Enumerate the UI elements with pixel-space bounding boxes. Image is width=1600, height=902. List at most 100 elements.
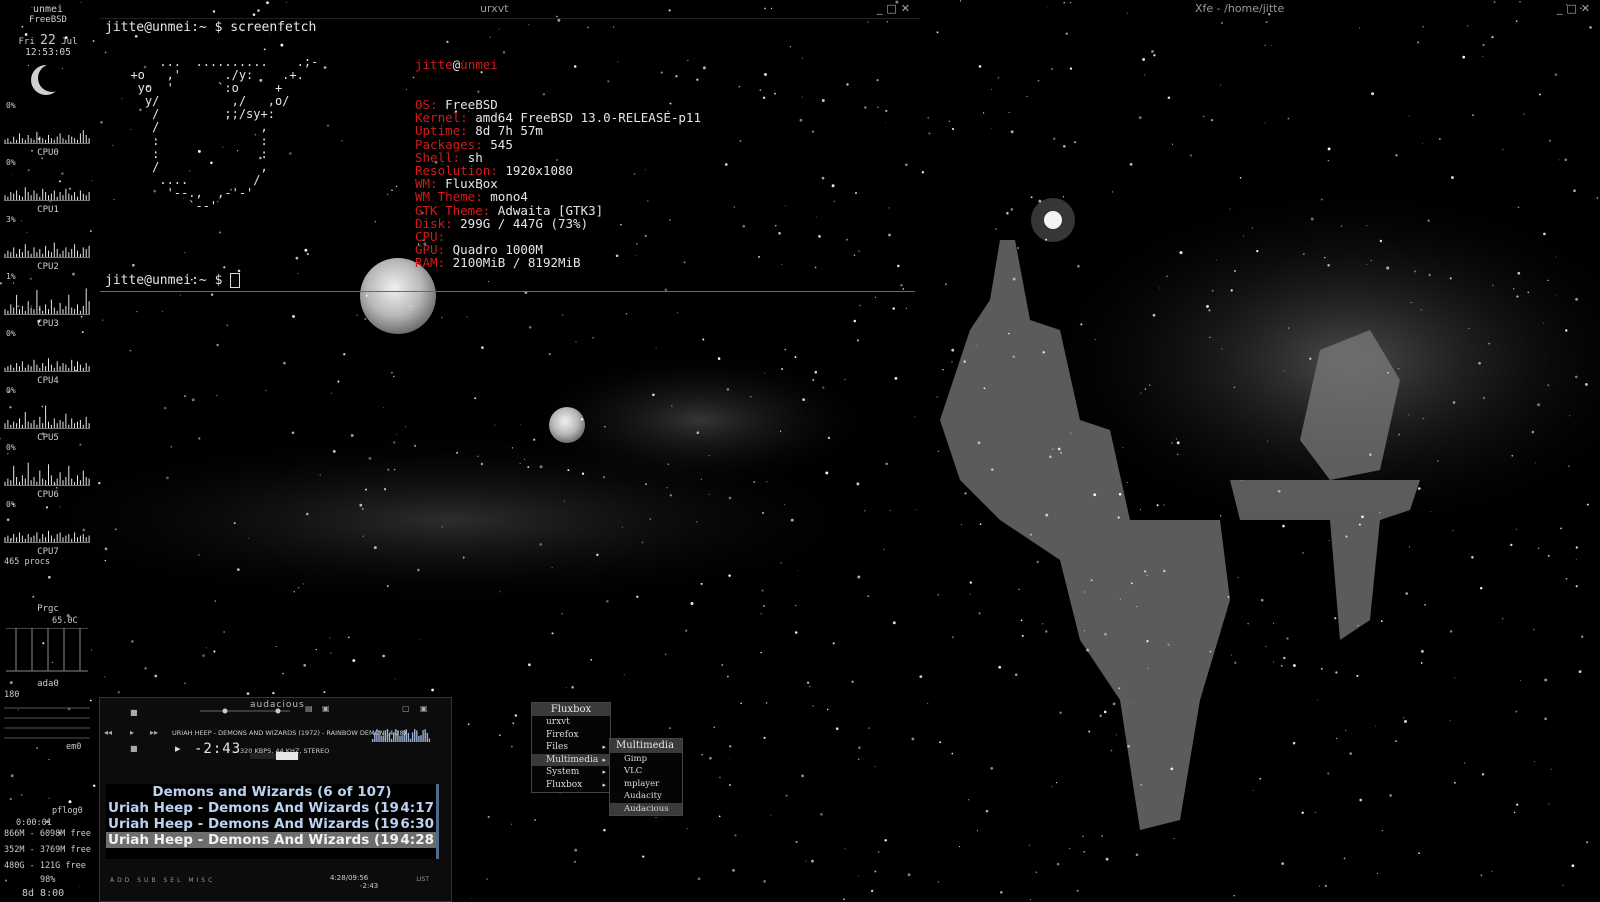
star (1468, 327, 1470, 330)
audacious-player[interactable]: audacious ■ ▤ ▣ ▢ ▣ URIAH HEEP - DEMONS … (99, 697, 452, 902)
menu-item-firefox[interactable]: Firefox (532, 729, 610, 742)
star (859, 304, 861, 307)
star (514, 714, 518, 717)
prompt-current[interactable]: jitte@unmei:~ $ (105, 273, 241, 288)
window-buttons[interactable]: _□✕ (877, 2, 914, 15)
stop-icon[interactable]: ■ (130, 744, 138, 753)
star (1578, 670, 1582, 674)
maximize-icon[interactable]: □ (1566, 2, 1580, 15)
star (512, 722, 515, 725)
star (1260, 598, 1264, 602)
star (1575, 585, 1578, 588)
star (511, 447, 514, 449)
submenu-item-audacity[interactable]: Audacity (610, 790, 682, 802)
maximize-icon[interactable]: □ (886, 2, 900, 15)
star (1080, 323, 1083, 326)
uptime: 8d 8:00 (22, 888, 65, 899)
star (997, 76, 1000, 79)
star (1229, 208, 1231, 210)
window-buttons[interactable]: _□✕ (1557, 2, 1594, 15)
star (1569, 415, 1571, 417)
multimedia-submenu[interactable]: Multimedia Gimp VLC mplayer Audacity Audacio… (609, 738, 683, 816)
star (1179, 251, 1183, 255)
cpu-meter: 0% CPU7 (2, 500, 92, 557)
star (884, 839, 887, 842)
star (915, 509, 917, 511)
star (700, 582, 703, 585)
list-button[interactable]: LIST (416, 876, 429, 883)
star (1044, 238, 1048, 241)
star (729, 745, 732, 748)
star (1589, 26, 1592, 29)
star (480, 462, 484, 466)
star (571, 686, 574, 689)
submenu-item-mplayer[interactable]: mplayer (610, 778, 682, 790)
submenu-item-audacious[interactable]: Audacious (610, 802, 682, 815)
eq-button-icon[interactable]: ▤ (305, 704, 313, 713)
star (551, 632, 554, 635)
playlist-entry[interactable]: Uriah Heep - Demons And Wizards (19 4:28 (106, 832, 436, 848)
star (802, 398, 805, 401)
star (1422, 417, 1425, 420)
menu-item-multimedia[interactable]: Multimedia ▸ (532, 753, 610, 767)
menu-item-files[interactable]: Files ▸ (532, 741, 610, 754)
close-icon[interactable]: ✕ (901, 2, 914, 15)
playlist-entry[interactable]: Uriah Heep - Demons And Wizards (19 4:17 (106, 800, 436, 816)
fluxbox-root-menu[interactable]: Fluxbox urxvt Firefox Files ▸ Multimedia ▸ Sys… (531, 702, 611, 793)
star (894, 377, 898, 380)
star (1287, 117, 1290, 120)
star (1227, 596, 1230, 598)
star (1140, 784, 1142, 786)
star (104, 547, 108, 551)
star (713, 726, 716, 729)
submenu-item-vlc[interactable]: VLC (610, 765, 682, 777)
prev-icon[interactable]: ◂◂ (104, 728, 112, 737)
visualizer-bar (376, 729, 378, 742)
visualizer-bar (418, 735, 420, 742)
visualizer-bar (426, 732, 428, 742)
star (1036, 560, 1040, 564)
star (770, 814, 772, 816)
seek-slider[interactable] (250, 752, 300, 760)
star (1482, 43, 1485, 47)
next-icon[interactable]: ▸▸ (150, 728, 158, 737)
repeat-icon[interactable]: ▣ (420, 704, 428, 713)
playlist-buttons[interactable]: ADD SUB SEL MISC (110, 877, 215, 884)
menu-item-fluxbox[interactable]: Fluxbox ▸ (532, 779, 610, 792)
star (1153, 54, 1156, 57)
close-icon[interactable]: ✕ (1581, 2, 1594, 15)
freebsd-ascii-logo: ... .......... .;- +o ,' ./y: .+. yo ' `… (130, 55, 319, 214)
star (387, 468, 390, 471)
star (937, 450, 939, 452)
star (409, 305, 412, 308)
volume-slider[interactable] (200, 708, 290, 714)
minimize-icon[interactable]: _ (877, 2, 887, 15)
star (765, 702, 768, 704)
star (1420, 662, 1423, 664)
star (1163, 504, 1165, 506)
visualizer-bar (399, 735, 401, 742)
minimize-icon[interactable]: _ (1557, 2, 1567, 15)
terminal-titlebar[interactable]: urxvt _□✕ (100, 0, 920, 19)
star (275, 645, 277, 648)
menu-item-system[interactable]: System ▸ (532, 766, 610, 779)
playlist[interactable]: Demons and Wizards (6 of 107) Uriah Heep … (106, 784, 439, 859)
submenu-item-gimp[interactable]: Gimp (610, 753, 682, 765)
star (533, 438, 536, 441)
cpu-percent: 0% (6, 386, 16, 395)
xfe-titlebar[interactable]: Xfe - /home/jitte _□✕ (930, 0, 1600, 18)
star (356, 314, 358, 316)
cpu-graph (4, 288, 90, 314)
pl-button-icon[interactable]: ▣ (322, 704, 330, 713)
star (812, 379, 815, 381)
play-icon[interactable]: ▸ (130, 728, 134, 737)
star (1404, 720, 1407, 723)
star (1048, 455, 1052, 459)
window-title: Xfe - /home/jitte (1195, 2, 1285, 15)
star (1482, 56, 1484, 58)
shuffle-icon[interactable]: ▢ (402, 704, 410, 713)
playlist-entry[interactable]: Uriah Heep - Demons And Wizards (19 6:30 (106, 816, 436, 832)
menu-item-urxvt[interactable]: urxvt (532, 716, 610, 729)
eject-icon[interactable]: ■ (130, 708, 138, 717)
temp-label: Prgc (37, 604, 59, 614)
